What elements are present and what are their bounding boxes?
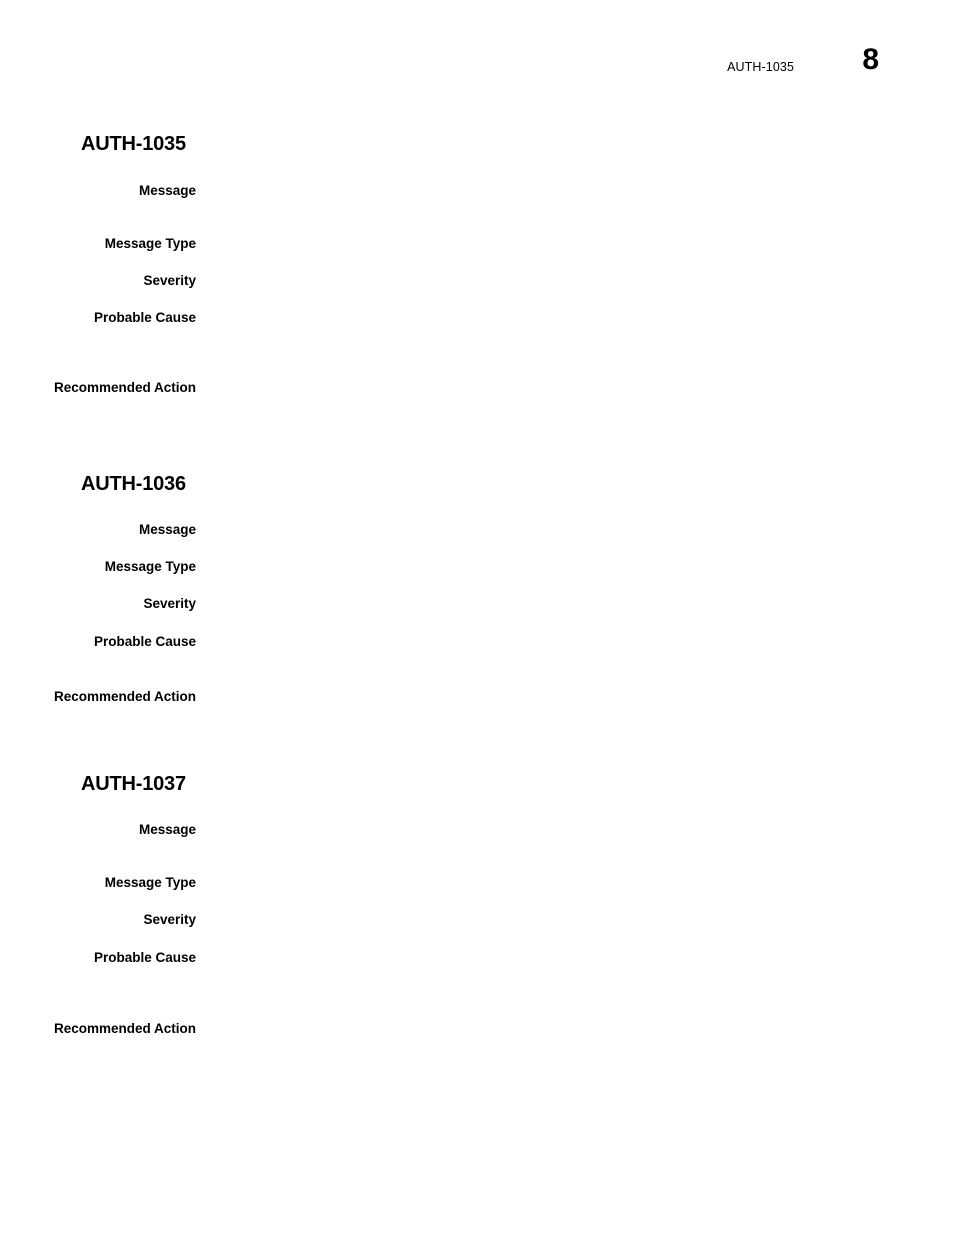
field-label: Message: [138, 183, 196, 198]
field-value: [220, 821, 880, 840]
section-heading: AUTH-1035: [81, 133, 186, 155]
field-value: [220, 1020, 880, 1039]
field-value: [220, 911, 880, 930]
field-label: Probable Cause: [93, 634, 196, 649]
page-header: AUTH-1035 8: [0, 45, 954, 101]
field-value: [220, 595, 880, 614]
section-heading: AUTH-1037: [81, 773, 186, 795]
field-label: Message: [138, 822, 196, 837]
field-value: [220, 309, 880, 328]
field-value: [220, 688, 880, 707]
field-label: Severity: [143, 912, 196, 927]
field-label: Recommended Action: [53, 1021, 196, 1036]
field-label: Recommended Action: [53, 380, 196, 395]
field-label: Message Type: [104, 236, 196, 251]
section-heading: AUTH-1036: [81, 473, 186, 495]
field-label: Message Type: [104, 559, 196, 574]
field-label: Severity: [143, 273, 196, 288]
field-label: Recommended Action: [53, 689, 196, 704]
page-number: 8: [862, 43, 879, 76]
field-value: [220, 272, 880, 291]
field-value: [220, 949, 880, 968]
field-value: [220, 558, 880, 577]
field-label: Probable Cause: [93, 950, 196, 965]
field-value: [220, 182, 880, 201]
field-value: [220, 379, 880, 398]
field-label: Message: [138, 522, 196, 537]
field-value: [220, 235, 880, 254]
header-running-title: AUTH-1035: [727, 60, 794, 74]
field-value: [220, 521, 880, 540]
field-label: Probable Cause: [93, 310, 196, 325]
field-label: Message Type: [104, 875, 196, 890]
field-value: [220, 874, 880, 893]
document-page: AUTH-1035 8 AUTH-1035 Message Message Type…: [0, 0, 954, 1235]
field-value: [220, 633, 880, 652]
field-label: Severity: [143, 596, 196, 611]
